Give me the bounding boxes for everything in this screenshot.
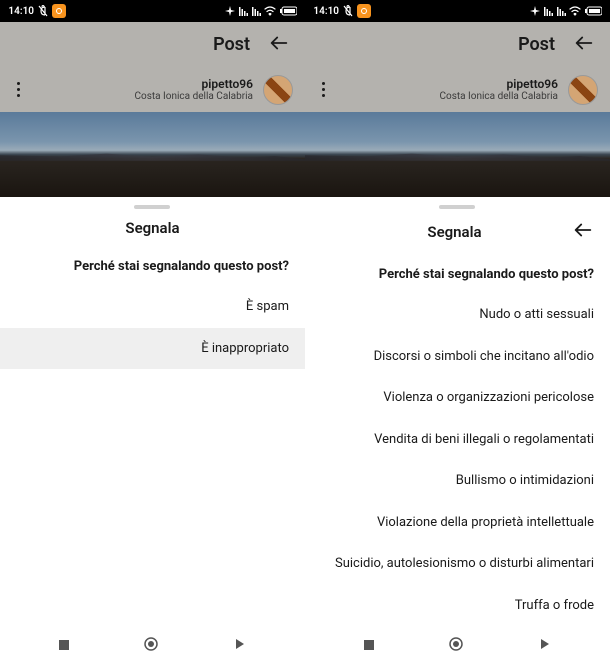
nav-recents-button[interactable]: [348, 631, 390, 660]
nav-recents-button[interactable]: [43, 631, 85, 660]
report-option[interactable]: Discorsi o simboli che incitano all'odio: [305, 336, 610, 378]
report-option[interactable]: Truffa o frode: [305, 585, 610, 627]
options-list-left: Nudo o atti sessualiDiscorsi o simboli c…: [305, 294, 610, 630]
report-option[interactable]: Suicidio, autolesionismo o disturbi alim…: [305, 543, 610, 585]
wifi-icon: [569, 6, 581, 16]
airplane-icon: [530, 6, 540, 16]
report-sheet: Segnala Perché stai segnalando questo po…: [0, 197, 305, 630]
nav-back-button[interactable]: [523, 631, 567, 660]
screen-right: 14:10 Post pipetto96 Costa Ionica della …: [0, 0, 305, 630]
orange-indicator: [52, 4, 66, 18]
back-arrow-icon[interactable]: [268, 32, 290, 58]
signal-icon: [556, 6, 566, 16]
status-time: 14:10: [313, 6, 339, 17]
mute-icon: [37, 5, 49, 17]
battery-icon: [279, 6, 297, 16]
report-option[interactable]: È spam: [0, 286, 305, 328]
user-location: Costa Ionica della Calabria: [35, 91, 253, 102]
battery-icon: [584, 6, 602, 16]
report-option[interactable]: Violazione della proprietà intellettuale: [305, 502, 610, 544]
nav-back-button[interactable]: [218, 631, 262, 660]
report-question: Perché stai segnalando questo post?: [305, 259, 610, 294]
report-option[interactable]: Vendita di beni illegali o regolamentati: [305, 419, 610, 461]
status-bar: 14:10: [305, 0, 610, 22]
post-header: Post: [0, 22, 305, 67]
username: pipetto96: [35, 77, 253, 91]
wifi-icon: [264, 6, 276, 16]
nav-home-button[interactable]: [129, 631, 175, 661]
report-option[interactable]: Nudo o atti sessuali: [305, 294, 610, 336]
signal-icon-2: [543, 6, 553, 16]
mute-icon: [342, 5, 354, 17]
post-header: Post: [305, 22, 610, 67]
page-title: Post: [518, 34, 555, 55]
signal-icon: [251, 6, 261, 16]
report-sheet: Segnala Perché stai segnalando questo po…: [305, 197, 610, 630]
airplane-icon: [225, 6, 235, 16]
sheet-back-icon[interactable]: [572, 219, 594, 245]
avatar[interactable]: [263, 75, 293, 105]
sheet-title: Segnala: [357, 223, 552, 241]
sheet-handle[interactable]: [440, 205, 476, 209]
more-options-icon[interactable]: [317, 77, 330, 102]
signal-icon-2: [238, 6, 248, 16]
status-time: 14:10: [8, 6, 34, 17]
screen-left: 14:10 Post pipetto96 Costa Ionica della …: [305, 0, 610, 630]
avatar[interactable]: [568, 75, 598, 105]
post-image: [305, 112, 610, 197]
sheet-title: Segnala: [16, 219, 289, 237]
options-list-right: È spamÈ inappropriato: [0, 286, 305, 369]
post-image: [0, 112, 305, 197]
android-nav-bar: [0, 630, 610, 661]
report-question: Perché stai segnalando questo post?: [0, 251, 305, 286]
report-option[interactable]: È inappropriato: [0, 328, 305, 370]
user-row[interactable]: pipetto96 Costa Ionica della Calabria: [0, 67, 305, 112]
nav-home-button[interactable]: [434, 631, 480, 661]
page-title: Post: [213, 34, 250, 55]
sheet-handle[interactable]: [135, 205, 171, 209]
username: pipetto96: [340, 77, 558, 91]
report-option[interactable]: Violenza o organizzazioni pericolose: [305, 377, 610, 419]
back-arrow-icon[interactable]: [573, 32, 595, 58]
orange-indicator: [357, 4, 371, 18]
report-option[interactable]: Bullismo o intimidazioni: [305, 460, 610, 502]
more-options-icon[interactable]: [12, 77, 25, 102]
status-bar: 14:10: [0, 0, 305, 22]
user-location: Costa Ionica della Calabria: [340, 91, 558, 102]
user-row[interactable]: pipetto96 Costa Ionica della Calabria: [305, 67, 610, 112]
